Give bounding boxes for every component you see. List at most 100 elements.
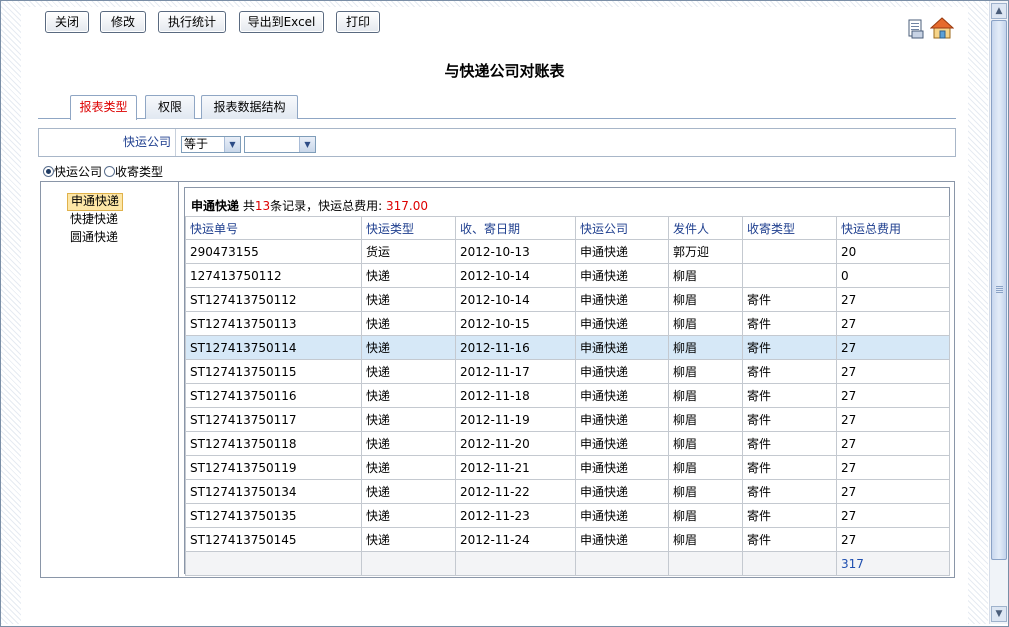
table-cell: ST127413750134 — [185, 479, 362, 504]
table-cell: 柳眉 — [668, 263, 743, 288]
table-row[interactable]: ST127413750134 快递 2012-11-22 申通快递 柳眉 寄件 27 — [185, 479, 950, 504]
print-page-icon[interactable] — [908, 19, 924, 39]
total-cell — [185, 551, 362, 576]
table-row[interactable]: ST127413750116 快递 2012-11-18 申通快递 柳眉 寄件 27 — [185, 383, 950, 408]
table-cell: 郭万迎 — [668, 239, 743, 264]
list-item[interactable]: 快捷快递 — [67, 211, 121, 227]
table-row[interactable]: ST127413750117 快递 2012-11-19 申通快递 柳眉 寄件 27 — [185, 407, 950, 432]
table-cell: 27 — [836, 479, 950, 504]
table-cell: 快递 — [361, 455, 456, 480]
column-header[interactable]: 收、寄日期 — [455, 216, 576, 240]
table-cell: 柳眉 — [668, 287, 743, 312]
table-cell: 快递 — [361, 503, 456, 528]
total-cell — [668, 551, 743, 576]
table-cell: 申通快递 — [575, 503, 669, 528]
operator-select[interactable]: 等于 ▼ — [181, 136, 241, 153]
table-cell: 27 — [836, 431, 950, 456]
list-item[interactable]: 申通快递 — [67, 193, 124, 211]
table-cell: 27 — [836, 407, 950, 432]
group-by-radios: 快运公司 收寄类型 — [43, 164, 163, 180]
column-header[interactable]: 快运类型 — [361, 216, 456, 240]
table-cell: ST127413750113 — [185, 311, 362, 336]
close-button[interactable]: 关闭 — [45, 11, 89, 33]
total-cell — [575, 551, 669, 576]
table-cell: 柳眉 — [668, 383, 743, 408]
table-cell: 快递 — [361, 287, 456, 312]
tab-report-type[interactable]: 报表类型 — [70, 95, 137, 120]
table-cell: 2012-10-14 — [455, 287, 576, 312]
chevron-down-icon: ▼ — [299, 137, 315, 152]
radio-send-type[interactable] — [104, 166, 116, 177]
radio-send-type-label: 收寄类型 — [115, 165, 164, 179]
column-header[interactable]: 快运单号 — [185, 216, 362, 240]
table-row[interactable]: ST127413750113 快递 2012-10-15 申通快递 柳眉 寄件 27 — [185, 311, 950, 336]
home-icon[interactable] — [929, 16, 955, 40]
table-cell: ST127413750135 — [185, 503, 362, 528]
edit-button[interactable]: 修改 — [100, 11, 146, 33]
table-cell: 寄件 — [742, 479, 837, 504]
table-cell: 寄件 — [742, 503, 837, 528]
tab-report-data-structure[interactable]: 报表数据结构 — [201, 95, 298, 119]
table-row[interactable]: 127413750112 快递 2012-10-14 申通快递 柳眉 0 — [185, 263, 950, 288]
table-row[interactable]: ST127413750114 快递 2012-11-16 申通快递 柳眉 寄件 27 — [185, 335, 950, 360]
summary-suffix: 条记录，快运总费用: — [270, 199, 383, 213]
table-row[interactable]: ST127413750112 快递 2012-10-14 申通快递 柳眉 寄件 27 — [185, 287, 950, 312]
table-cell: 2012-11-17 — [455, 359, 576, 384]
page-title: 与快递公司对账表 — [444, 62, 565, 80]
table-cell: 127413750112 — [185, 263, 362, 288]
table-cell: 申通快递 — [575, 431, 669, 456]
scroll-thumb[interactable] — [991, 20, 1007, 560]
table-cell: 2012-11-21 — [455, 455, 576, 480]
table-cell: 申通快递 — [575, 527, 669, 552]
table-cell: 申通快递 — [575, 311, 669, 336]
table-cell: 2012-11-16 — [455, 335, 576, 360]
column-header[interactable]: 快运公司 — [575, 216, 669, 240]
table-row[interactable]: ST127413750118 快递 2012-11-20 申通快递 柳眉 寄件 27 — [185, 431, 950, 456]
table-cell: 2012-11-18 — [455, 383, 576, 408]
table-cell: 寄件 — [742, 455, 837, 480]
export-excel-button[interactable]: 导出到Excel — [239, 11, 324, 33]
table-cell: 快递 — [361, 311, 456, 336]
column-header[interactable]: 发件人 — [668, 216, 743, 240]
table-row[interactable]: ST127413750115 快递 2012-11-17 申通快递 柳眉 寄件 27 — [185, 359, 950, 384]
table-cell: 寄件 — [742, 287, 837, 312]
run-stats-button[interactable]: 执行统计 — [158, 11, 226, 33]
table-cell: 申通快递 — [575, 263, 669, 288]
table-cell: 申通快递 — [575, 383, 669, 408]
total-row: 317 — [185, 551, 950, 576]
print-button[interactable]: 打印 — [336, 11, 380, 33]
table-cell: 寄件 — [742, 431, 837, 456]
table-row[interactable]: ST127413750145 快递 2012-11-24 申通快递 柳眉 寄件 27 — [185, 527, 950, 552]
table-row[interactable]: 290473155 货运 2012-10-13 申通快递 郭万迎 20 — [185, 239, 950, 264]
table-cell: 寄件 — [742, 527, 837, 552]
column-header[interactable]: 收寄类型 — [742, 216, 837, 240]
report-panel: 申通快递 快捷快递 圆通快递 申通快递 共13条记录，快运总费用: 317.00… — [40, 181, 955, 578]
table-cell: 2012-11-20 — [455, 431, 576, 456]
report-table: 快运单号 快运类型 收、寄日期 快运公司 发件人 收寄类型 快运总费用 290473155 货… — [185, 216, 950, 576]
vertical-scrollbar[interactable]: ▲ ▼ — [989, 1, 1008, 624]
report-table-box: 申通快递 共13条记录，快运总费用: 317.00 快运单号 快运类型 收、寄日期快… — [184, 187, 950, 576]
filter-bar: 快运公司 等于 ▼ ▼ — [38, 128, 956, 157]
radio-company[interactable] — [43, 166, 54, 177]
table-row[interactable]: ST127413750119 快递 2012-11-21 申通快递 柳眉 寄件 27 — [185, 455, 950, 480]
column-header[interactable]: 快运总费用 — [836, 216, 950, 240]
table-cell: 27 — [836, 335, 950, 360]
scroll-up-icon[interactable]: ▲ — [991, 3, 1007, 19]
table-cell: 申通快递 — [575, 455, 669, 480]
summary-line: 申通快递 共13条记录，快运总费用: 317.00 — [191, 197, 428, 214]
list-item[interactable]: 圆通快递 — [67, 229, 121, 245]
table-row[interactable]: ST127413750135 快递 2012-11-23 申通快递 柳眉 寄件 27 — [185, 503, 950, 528]
table-cell: 寄件 — [742, 407, 837, 432]
table-cell — [742, 239, 837, 264]
table-cell: 快递 — [361, 407, 456, 432]
table-cell: 柳眉 — [668, 335, 743, 360]
company-list: 申通快递 快捷快递 圆通快递 — [41, 182, 179, 577]
table-cell: 27 — [836, 311, 950, 336]
table-cell: 0 — [836, 263, 950, 288]
summary-total: 317.00 — [386, 199, 429, 213]
scroll-down-icon[interactable]: ▼ — [991, 606, 1007, 622]
company-select[interactable]: ▼ — [244, 136, 316, 153]
table-cell: ST127413750114 — [185, 335, 362, 360]
table-cell: 申通快递 — [575, 407, 669, 432]
tab-permissions[interactable]: 权限 — [145, 95, 195, 119]
